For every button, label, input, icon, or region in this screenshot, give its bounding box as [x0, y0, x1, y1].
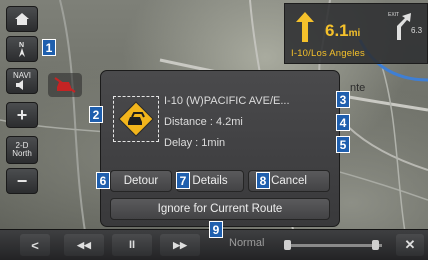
ignore-for-route-button[interactable]: Ignore for Current Route [110, 198, 330, 220]
zoom-in-button[interactable]: + [6, 102, 38, 128]
turn-distance: 6.1mi [325, 21, 361, 40]
turn-guidance-panel: 6.1mi I-10/Los Angeles EXIT 6.3 [284, 3, 428, 64]
callout-2: 2 [89, 106, 103, 123]
close-button[interactable]: ✕ [396, 234, 424, 256]
rewind-icon: ◀◀ [77, 239, 91, 250]
slider-left-knob[interactable] [284, 240, 291, 250]
close-icon: ✕ [404, 237, 416, 252]
fast-forward-button[interactable]: ▶▶ [160, 234, 200, 256]
callout-4: 4 [336, 114, 350, 131]
speed-label: Normal [229, 237, 265, 249]
callout-9: 9 [209, 221, 223, 238]
exit-label: EXIT [388, 12, 400, 18]
alert-road-info: I-10 (W)PACIFIC AVE/E... [164, 95, 290, 107]
home-button[interactable] [6, 6, 38, 32]
traffic-warning-icon [118, 101, 154, 137]
speed-slider[interactable] [284, 240, 382, 250]
view-mode-button[interactable]: 2-D North [6, 136, 38, 164]
callout-3: 3 [336, 91, 350, 108]
rewind-button[interactable]: ◀◀ [64, 234, 104, 256]
callout-7: 7 [176, 172, 190, 189]
navigation-screen: N NAVI + 2-D North − 6.1mi I-10/Los Ange… [0, 0, 428, 260]
navi-label: NAVI [12, 71, 32, 80]
alert-delay: Delay : 1min [164, 137, 226, 149]
callout-8: 8 [256, 172, 270, 189]
callout-5: 5 [336, 136, 350, 153]
traffic-toggle-button[interactable] [48, 73, 82, 97]
view-mode-label: 2-D North [12, 141, 32, 158]
back-button[interactable]: < [20, 234, 50, 256]
compass-icon: N [19, 42, 25, 57]
map-place-label: nte [350, 82, 366, 94]
traffic-car-muted-icon [54, 77, 76, 93]
slider-right-knob[interactable] [372, 240, 379, 250]
zoom-out-button[interactable]: − [6, 168, 38, 194]
alert-distance: Distance : 4.2mi [164, 116, 243, 128]
callout-6: 6 [96, 172, 110, 189]
back-icon: < [31, 237, 39, 253]
minus-icon: − [16, 170, 28, 191]
straight-arrow-icon [296, 12, 314, 42]
compass-button[interactable]: N [6, 36, 38, 62]
speaker-icon [16, 80, 23, 90]
svg-text:N: N [19, 42, 24, 49]
callout-1: 1 [42, 39, 56, 56]
detour-button[interactable]: Detour [110, 170, 172, 192]
navi-volume-button[interactable]: NAVI [6, 68, 38, 94]
pause-icon: II [128, 239, 136, 251]
fast-forward-icon: ▶▶ [173, 239, 187, 250]
turn-road-name: I-10/Los Angeles [291, 48, 365, 59]
traffic-icon-frame [113, 96, 159, 142]
pause-button[interactable]: II [112, 234, 152, 256]
next-turn-distance: 6.3 [411, 26, 423, 35]
plus-icon: + [16, 104, 28, 125]
home-icon [15, 13, 29, 25]
